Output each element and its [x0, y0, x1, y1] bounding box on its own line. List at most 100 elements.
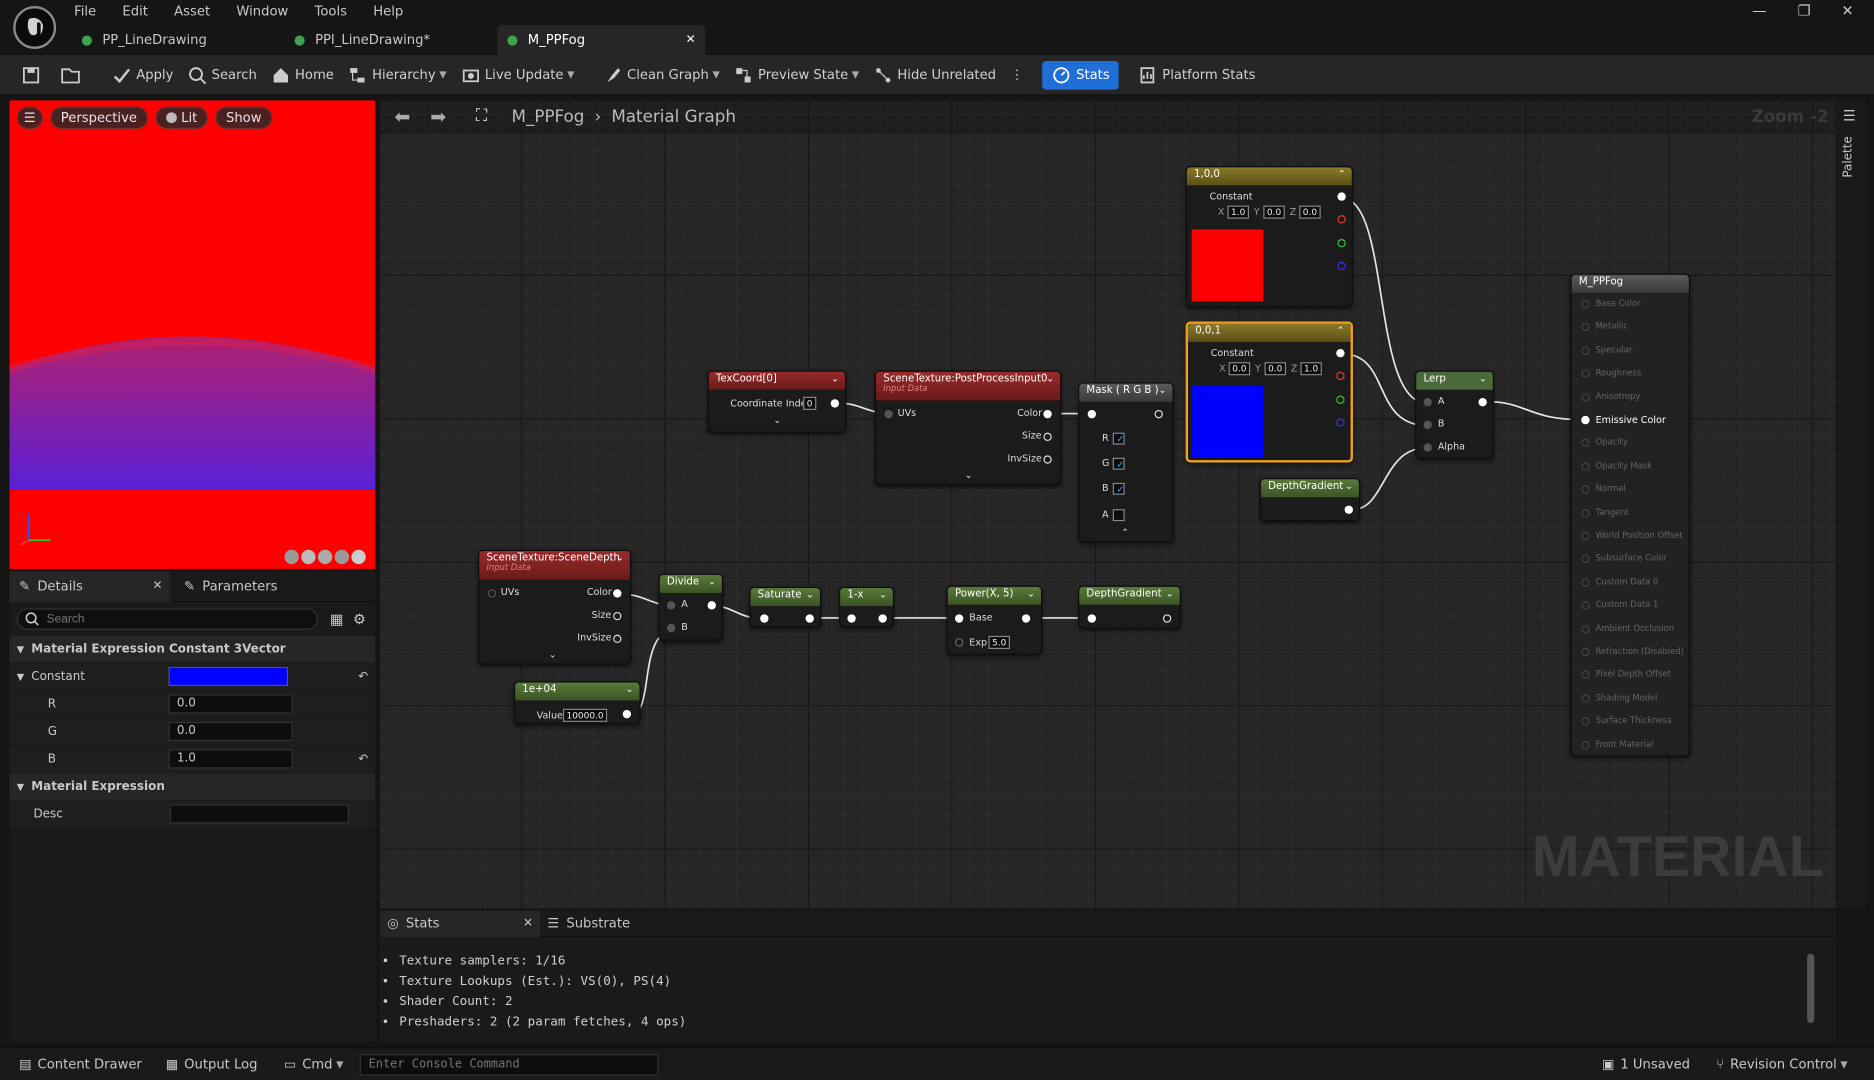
x-value-field[interactable]: 1.0: [1227, 205, 1249, 219]
output-pin[interactable]: [622, 709, 632, 719]
output-input-pin[interactable]: [1581, 415, 1590, 425]
output-input-pin[interactable]: [1581, 508, 1590, 518]
maximize-icon[interactable]: ❐: [1798, 2, 1811, 19]
menu-window[interactable]: Window: [236, 4, 288, 20]
chevron-down-icon[interactable]: ⌄: [965, 470, 973, 481]
tab-stats[interactable]: ◎ Stats ✕: [380, 910, 541, 937]
power-output-pin[interactable]: [1021, 614, 1031, 623]
reset-arrow-icon[interactable]: ↶: [358, 752, 368, 765]
mask-r-checkbox[interactable]: ✓: [1112, 432, 1125, 445]
size-output-pin[interactable]: [613, 611, 622, 621]
node-constant-1-0-0[interactable]: 1,0,0 ⌃ Constant X 1.0 Y 0.0 Z 0.0: [1185, 166, 1353, 308]
plane-shape-icon[interactable]: [317, 549, 333, 565]
home-button[interactable]: Home: [271, 65, 334, 84]
preview-viewport[interactable]: ☰ Perspective Lit Show: [9, 100, 376, 569]
output-input-pin[interactable]: [1581, 578, 1590, 587]
output-input-pin[interactable]: [1581, 369, 1590, 378]
minimize-icon[interactable]: —: [1752, 2, 1766, 19]
r-value-field[interactable]: 0.0: [168, 694, 293, 714]
browse-icon[interactable]: [60, 65, 86, 84]
show-button[interactable]: Show: [215, 106, 273, 130]
preview-state-button[interactable]: Preview State ▼: [734, 65, 859, 84]
live-update-button[interactable]: Live Update ▼: [461, 65, 574, 84]
viewport-menu-icon[interactable]: ☰: [16, 106, 43, 130]
coordinate-index-field[interactable]: 0: [803, 396, 817, 410]
close-tab-icon[interactable]: ✕: [686, 33, 696, 46]
hide-unrelated-button[interactable]: Hide Unrelated: [874, 65, 996, 84]
material-graph[interactable]: ⬅ ➡ ⛶ M_PPFog › Material Graph Zoom -2 M…: [380, 100, 1836, 909]
rgb-output-pin[interactable]: [1337, 192, 1346, 201]
more-options-icon[interactable]: ⋮: [1010, 67, 1023, 83]
uvs-input-pin[interactable]: [884, 409, 893, 419]
unsaved-indicator[interactable]: ▣ 1 Unsaved: [1602, 1057, 1690, 1073]
chevron-down-icon[interactable]: ⌄: [549, 649, 557, 660]
node-constant-0-0-1[interactable]: 0,0,1 ⌃ Constant X 0.0 Y 0.0 Z 1.0: [1185, 321, 1353, 463]
save-icon[interactable]: [22, 65, 46, 84]
menu-file[interactable]: File: [74, 4, 96, 20]
r-output-pin[interactable]: [1337, 215, 1346, 224]
z-value-field[interactable]: 0.0: [1299, 205, 1321, 219]
b-value-field[interactable]: 1.0: [168, 749, 293, 769]
r-output-pin[interactable]: [1336, 371, 1345, 381]
node-divide[interactable]: Divide ⌄ A B: [658, 573, 724, 641]
color-output-pin[interactable]: [1043, 409, 1052, 419]
close-tab-icon[interactable]: ✕: [153, 580, 163, 593]
section-constant-3vector[interactable]: ▼ Material Expression Constant 3Vector: [9, 635, 376, 664]
size-output-pin[interactable]: [1043, 432, 1052, 442]
mask-b-checkbox[interactable]: ✓: [1112, 482, 1125, 495]
output-input-pin[interactable]: [1581, 323, 1590, 332]
revision-control-button[interactable]: ⑂ Revision Control ▼: [1716, 1057, 1847, 1073]
chevron-down-icon[interactable]: ⌄: [773, 415, 781, 426]
palette-menu-icon[interactable]: ☰: [1843, 108, 1856, 125]
node-depthgradient-bottom[interactable]: DepthGradient ⌄: [1078, 585, 1181, 629]
platform-stats-button[interactable]: Platform Stats: [1138, 65, 1255, 84]
menu-asset[interactable]: Asset: [174, 4, 210, 20]
z-value-field[interactable]: 1.0: [1300, 362, 1322, 376]
output-input-pin[interactable]: [1581, 462, 1590, 471]
node-scenetexture-postprocessinput0[interactable]: SceneTexture:PostProcessInput0 ⌄ Input Dat…: [874, 370, 1062, 486]
exp-value-field[interactable]: 5.0: [988, 635, 1010, 649]
clean-graph-button[interactable]: Clean Graph ▼: [603, 65, 720, 84]
table-view-icon[interactable]: ▦: [330, 611, 344, 628]
desc-field[interactable]: [169, 804, 349, 824]
output-input-pin[interactable]: [1581, 694, 1590, 703]
tab-m-ppfog[interactable]: ● M_PPFog ✕: [497, 25, 706, 55]
y-value-field[interactable]: 0.0: [1263, 205, 1285, 219]
section-material-expression[interactable]: ▼ Material Expression: [9, 773, 376, 801]
node-scalar-1e04[interactable]: 1e+04 ⌄ Value 10000.0: [513, 681, 641, 725]
settings-gear-icon[interactable]: ⚙: [353, 611, 366, 628]
node-saturate[interactable]: Saturate ⌄: [749, 586, 822, 628]
output-pin[interactable]: [805, 614, 814, 623]
output-pin[interactable]: [1162, 614, 1172, 623]
close-tab-icon[interactable]: ✕: [523, 917, 533, 930]
node-power[interactable]: Power(X, 5) ⌄ Base Exp 5.0: [946, 585, 1043, 655]
output-input-pin[interactable]: [1581, 717, 1590, 726]
output-input-pin[interactable]: [1581, 439, 1590, 448]
g-output-pin[interactable]: [1336, 395, 1345, 404]
invsize-output-pin[interactable]: [613, 634, 622, 644]
b-output-pin[interactable]: [1337, 261, 1346, 271]
output-pin[interactable]: [1344, 505, 1353, 514]
input-pin[interactable]: [1087, 614, 1096, 623]
g-value-field[interactable]: 0.0: [168, 721, 293, 742]
scalar-value-field[interactable]: 10000.0: [562, 708, 608, 722]
reset-arrow-icon[interactable]: ↶: [358, 670, 368, 683]
output-input-pin[interactable]: [1581, 670, 1590, 680]
node-depthgradient-top[interactable]: DepthGradient ⌄: [1259, 478, 1361, 522]
mask-input-pin[interactable]: [1087, 409, 1096, 419]
palette-strip[interactable]: ☰ Palette: [1837, 100, 1866, 909]
apply-button[interactable]: Apply: [112, 65, 173, 84]
color-output-pin[interactable]: [613, 589, 622, 598]
close-window-icon[interactable]: ✕: [1842, 2, 1854, 19]
cube-shape-icon[interactable]: [334, 549, 349, 565]
uvs-input-pin[interactable]: [487, 589, 497, 598]
output-log-button[interactable]: ▦ Output Log: [166, 1057, 258, 1073]
tab-ppi-linedrawing[interactable]: ● PPI_LineDrawing*: [287, 27, 490, 52]
scrollbar[interactable]: [1807, 953, 1815, 1024]
g-output-pin[interactable]: [1337, 239, 1346, 248]
a-input-pin[interactable]: [666, 601, 676, 610]
lit-button[interactable]: Lit: [154, 106, 209, 130]
menu-edit[interactable]: Edit: [122, 4, 147, 20]
menu-help[interactable]: Help: [373, 4, 403, 20]
mask-g-checkbox[interactable]: ✓: [1112, 457, 1125, 470]
